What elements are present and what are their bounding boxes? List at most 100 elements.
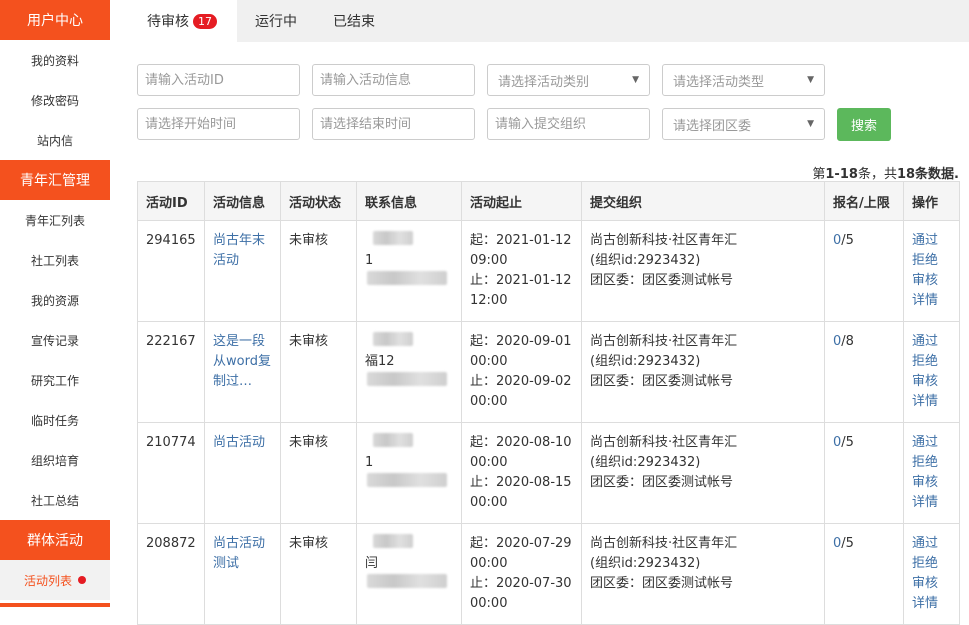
reject-link[interactable]: 拒绝: [912, 352, 951, 372]
redacted-blur: [373, 433, 413, 447]
cell-actions: 通过 拒绝 审核 详情: [903, 523, 960, 625]
pending-count-badge: 17: [193, 13, 217, 29]
select-placeholder: 请选择活动类型: [673, 74, 765, 90]
review-link[interactable]: 审核: [912, 271, 951, 291]
summary-total: 18: [896, 167, 916, 182]
contact-line-2: 福12: [365, 352, 453, 386]
cell-actions: 通过 拒绝 审核 详情: [903, 321, 960, 423]
approve-link[interactable]: 通过: [912, 433, 951, 453]
end-time-input[interactable]: [312, 108, 475, 140]
district-select[interactable]: 请选择团区委 ▼: [662, 108, 825, 140]
cell-contact: 1: [356, 422, 462, 524]
col-header-signup: 报名/上限: [824, 181, 904, 221]
summary-suffix: 条数据.: [915, 167, 959, 182]
table-row: 208872 尚古活动测试 未审核 闫 起：2020-07-29 00:00 止…: [137, 523, 960, 625]
table-row: 222167 这是一段从word复制过… 未审核 福12 起：2020-09-0…: [137, 321, 960, 423]
reject-link[interactable]: 拒绝: [912, 453, 951, 473]
tab-ended[interactable]: 已结束: [315, 0, 393, 42]
activity-table: 活动ID 活动信息 活动状态 联系信息 活动起止 提交组织 报名/上限 操作 2…: [137, 181, 960, 625]
summary-prefix: 第: [812, 167, 826, 182]
period-end: 止：2020-09-02 00:00: [470, 374, 572, 409]
activity-category-select[interactable]: 请选择活动类别 ▼: [487, 64, 650, 96]
org-id: (组织id:2923432): [590, 253, 701, 268]
contact-line-1: [365, 433, 453, 453]
select-placeholder: 请选择活动类别: [498, 74, 590, 90]
details-link[interactable]: 详情: [912, 392, 951, 412]
sidebar-item-social-worker-list[interactable]: 社工列表: [0, 240, 110, 280]
cell-period: 起：2020-09-01 00:00 止：2020-09-02 00:00: [461, 321, 582, 423]
cell-status: 未审核: [280, 220, 357, 322]
sidebar-item-activity-list[interactable]: 活动列表: [0, 560, 110, 600]
sidebar-item-inbox[interactable]: 站内信: [0, 120, 110, 160]
activity-info-input[interactable]: [312, 64, 475, 96]
cell-org: 尚古创新科技·社区青年汇 (组织id:2923432) 团区委：团区委测试帐号: [581, 422, 825, 524]
org-name: 尚古创新科技·社区青年汇: [590, 536, 738, 551]
cell-id: 208872: [137, 523, 205, 625]
details-link[interactable]: 详情: [912, 594, 951, 614]
col-header-id: 活动ID: [137, 181, 205, 221]
cell-info: 尚古活动测试: [204, 523, 281, 625]
approve-link[interactable]: 通过: [912, 332, 951, 352]
col-header-info: 活动信息: [204, 181, 281, 221]
cell-signup: 0/8: [824, 321, 904, 423]
details-link[interactable]: 详情: [912, 291, 951, 311]
review-link[interactable]: 审核: [912, 574, 951, 594]
contact-line-1: [365, 231, 453, 251]
reject-link[interactable]: 拒绝: [912, 554, 951, 574]
sidebar-item-worker-summary[interactable]: 社工总结: [0, 480, 110, 520]
org-district: 团区委：团区委测试帐号: [590, 273, 734, 288]
tab-running[interactable]: 运行中: [237, 0, 315, 42]
notification-dot-icon: [78, 576, 86, 584]
start-time-input[interactable]: [137, 108, 300, 140]
sidebar-item-temp-tasks[interactable]: 临时任务: [0, 400, 110, 440]
sidebar-item-my-resources[interactable]: 我的资源: [0, 280, 110, 320]
cell-signup: 0/5: [824, 220, 904, 322]
reject-link[interactable]: 拒绝: [912, 251, 951, 271]
cell-actions: 通过 拒绝 审核 详情: [903, 422, 960, 524]
sidebar-item-org-cultivation[interactable]: 组织培育: [0, 440, 110, 480]
sidebar-item-my-profile[interactable]: 我的资料: [0, 40, 110, 80]
activity-info-link[interactable]: 尚古年末活动: [213, 233, 265, 268]
activity-info-link[interactable]: 尚古活动: [213, 435, 265, 450]
details-link[interactable]: 详情: [912, 493, 951, 513]
chevron-down-icon: ▼: [807, 75, 814, 85]
signup-limit: /5: [841, 435, 854, 450]
approve-link[interactable]: 通过: [912, 231, 951, 251]
review-link[interactable]: 审核: [912, 473, 951, 493]
summary-range: 1-18: [825, 167, 858, 182]
col-header-status: 活动状态: [280, 181, 357, 221]
activity-id-input[interactable]: [137, 64, 300, 96]
sidebar-item-change-password[interactable]: 修改密码: [0, 80, 110, 120]
approve-link[interactable]: 通过: [912, 534, 951, 554]
sidebar-item-research-work[interactable]: 研究工作: [0, 360, 110, 400]
cell-signup: 0/5: [824, 422, 904, 524]
col-header-contact: 联系信息: [356, 181, 462, 221]
submit-org-input[interactable]: [487, 108, 650, 140]
select-placeholder: 请选择团区委: [673, 118, 752, 134]
tab-pending-review[interactable]: 待审核 17: [127, 0, 237, 42]
table-row: 294165 尚古年末活动 未审核 1 起：2021-01-12 09:00 止…: [137, 220, 960, 322]
cell-id: 222167: [137, 321, 205, 423]
contact-line-2: 1: [365, 251, 453, 285]
org-district: 团区委：团区委测试帐号: [590, 374, 734, 389]
period-end: 止：2020-07-30 00:00: [470, 576, 572, 611]
period-start: 起：2020-07-29 00:00: [470, 536, 572, 571]
period-end: 止：2020-08-15 00:00: [470, 475, 572, 510]
cell-id: 294165: [137, 220, 205, 322]
activity-type-select[interactable]: 请选择活动类型 ▼: [662, 64, 825, 96]
search-button[interactable]: 搜索: [837, 108, 891, 141]
review-link[interactable]: 审核: [912, 372, 951, 392]
sidebar-next-section-edge: [0, 603, 110, 607]
cell-info: 尚古活动: [204, 422, 281, 524]
sidebar-item-youth-hub-list[interactable]: 青年汇列表: [0, 200, 110, 240]
cell-status: 未审核: [280, 523, 357, 625]
sidebar-section-user-center: 用户中心: [0, 0, 110, 40]
activity-info-link[interactable]: 尚古活动测试: [213, 536, 265, 571]
cell-contact: 1: [356, 220, 462, 322]
period-start: 起：2020-09-01 00:00: [470, 334, 572, 369]
sidebar-item-publicity-records[interactable]: 宣传记录: [0, 320, 110, 360]
contact-line-1: [365, 534, 453, 554]
activity-info-link[interactable]: 这是一段从word复制过…: [213, 334, 271, 389]
main-content: 待审核 17 运行中 已结束 请选择活动类别 ▼ 请选择活动类型 ▼ 请选择团区…: [110, 0, 969, 625]
cell-id: 210774: [137, 422, 205, 524]
